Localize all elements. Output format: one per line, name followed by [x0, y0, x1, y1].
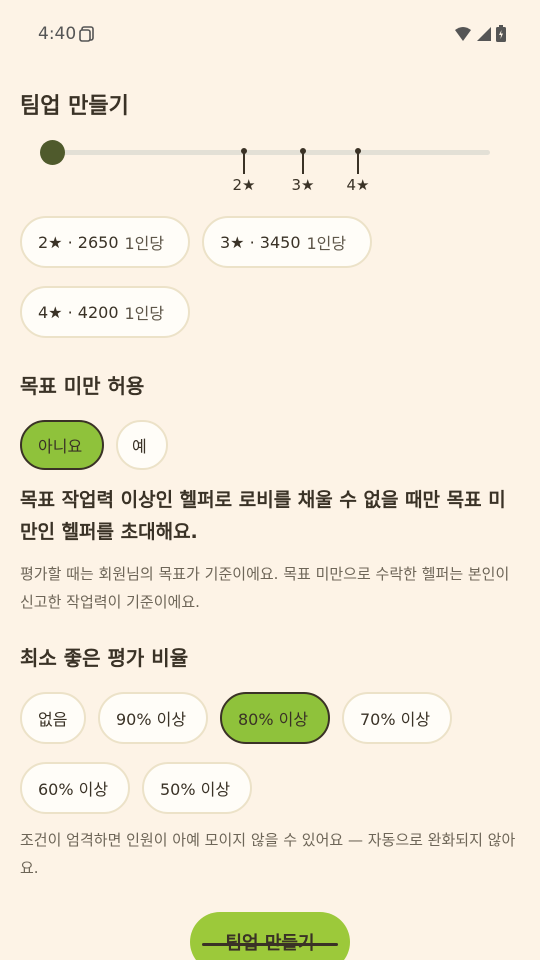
status-bar: 4:40	[0, 0, 540, 68]
slider-tick-label: 4★	[346, 176, 370, 194]
slider-tick-label: 2★	[232, 176, 256, 194]
chip-sub: 1인당	[306, 234, 347, 253]
star-chip-3[interactable]: 3★ · 3450 1인당	[202, 216, 372, 268]
slider-thumb[interactable]	[40, 140, 65, 165]
chip-label: 2★ · 2650	[38, 232, 119, 252]
sim-card-icon	[79, 26, 95, 42]
rating-title: 최소 좋은 평가 비율	[20, 646, 189, 670]
slider-tick-3	[300, 148, 306, 176]
create-teamup-button[interactable]: 팀업 만들기	[190, 912, 350, 960]
rating-option-80[interactable]: 80% 이상	[220, 692, 330, 744]
chip-label: 4★ · 4200	[38, 302, 119, 322]
rating-options: 없음 90% 이상 80% 이상 70% 이상	[20, 692, 452, 744]
option-no[interactable]: 아니요	[20, 420, 104, 470]
status-time: 4:40	[38, 24, 77, 44]
slider-tick-4	[355, 148, 361, 176]
chip-sub: 1인당	[124, 304, 165, 323]
status-icons	[454, 25, 506, 46]
rating-option-none[interactable]: 없음	[20, 692, 86, 744]
rating-option-60[interactable]: 60% 이상	[20, 762, 130, 814]
signal-icon	[476, 26, 492, 46]
below-target-options: 아니요 예	[20, 420, 168, 470]
star-chip-2[interactable]: 2★ · 2650 1인당	[20, 216, 190, 268]
rating-option-70[interactable]: 70% 이상	[342, 692, 452, 744]
page-title: 팀업 만들기	[20, 94, 129, 119]
strikethrough-line	[202, 943, 338, 946]
battery-icon	[496, 25, 506, 46]
rating-note: 조건이 엄격하면 인원이 아예 모이지 않을 수 있어요 — 자동으로 완화되지…	[20, 831, 516, 877]
wifi-icon	[454, 26, 472, 46]
option-yes[interactable]: 예	[116, 420, 168, 470]
star-chip-4[interactable]: 4★ · 4200 1인당	[20, 286, 190, 338]
below-target-title: 목표 미만 허용	[20, 374, 145, 398]
rating-option-90[interactable]: 90% 이상	[98, 692, 208, 744]
chip-label: 3★ · 3450	[220, 232, 301, 252]
star-level-slider[interactable]: 2★ 3★ 4★	[38, 138, 492, 202]
slider-track[interactable]	[50, 150, 490, 155]
slider-tick-label: 3★	[291, 176, 315, 194]
below-target-headline: 목표 작업력 이상인 헬퍼로 로비를 채울 수 없을 때만 목표 미만인 헬퍼를…	[20, 489, 506, 543]
chip-sub: 1인당	[124, 234, 165, 253]
create-teamup-label: 팀업 만들기	[225, 933, 315, 954]
star-chip-row: 4★ · 4200 1인당	[20, 286, 190, 338]
slider-tick-2	[241, 148, 247, 176]
below-target-description: 평가할 때는 회원님의 목표가 기준이에요. 목표 미만으로 수락한 헬퍼는 본…	[20, 565, 510, 611]
rating-option-50[interactable]: 50% 이상	[142, 762, 252, 814]
rating-options: 60% 이상 50% 이상	[20, 762, 252, 814]
star-chip-row: 2★ · 2650 1인당 3★ · 3450 1인당	[20, 216, 372, 268]
